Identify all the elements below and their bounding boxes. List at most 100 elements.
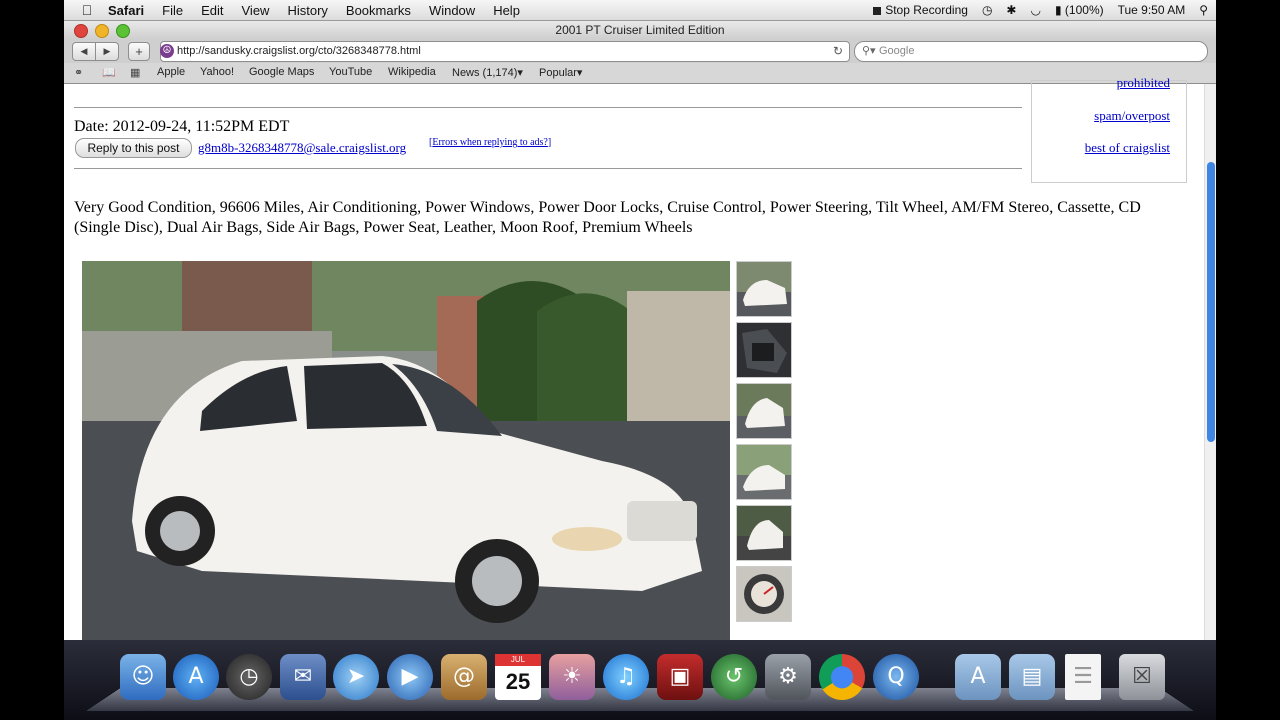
bookmark-wikipedia[interactable]: Wikipedia: [388, 66, 436, 78]
menu-history[interactable]: History: [287, 3, 327, 18]
sidebar-box: prohibited spam/overpost best of craigsl…: [1031, 75, 1187, 183]
bookmark-yahoo[interactable]: Yahoo!: [200, 66, 234, 78]
bookmark-apple[interactable]: Apple: [157, 66, 185, 78]
dock: ☺ A ◷ ✉ ➤ ▶ @ JUL 25 ☀ ♫ ▣ ↺ ⚙ ⬤ Q A ▤ ☰…: [64, 640, 1216, 720]
site-icon: ☮: [160, 44, 174, 58]
reply-email-link[interactable]: g8m8b-3268348778@sale.craigslist.org: [198, 140, 406, 156]
quicktime-icon[interactable]: Q: [873, 654, 919, 700]
address-bar[interactable]: ☮ http://sandusky.craigslist.org/cto/326…: [160, 41, 850, 62]
documents-folder-icon[interactable]: ▤: [1009, 654, 1055, 700]
bluetooth-icon[interactable]: ✱: [1006, 3, 1016, 17]
itunes-icon[interactable]: ♫: [603, 654, 649, 700]
menu-file[interactable]: File: [162, 3, 183, 18]
errors-link[interactable]: Errors when replying to ads?: [432, 137, 548, 148]
thumbnail-1-image: [737, 262, 791, 316]
thumbnail-3[interactable]: [736, 383, 792, 439]
reading-list-icon[interactable]: ⚭: [74, 66, 83, 79]
system-preferences-icon[interactable]: ⚙: [765, 654, 811, 700]
chrome-icon[interactable]: ⬤: [819, 654, 865, 700]
search-placeholder: Google: [879, 45, 915, 57]
page-content: prohibited spam/overpost best of craigsl…: [64, 75, 1204, 640]
url-text: http://sandusky.craigslist.org/cto/32683…: [177, 45, 421, 57]
window-title: 2001 PT Cruiser Limited Edition: [555, 23, 725, 37]
link-prohibited[interactable]: prohibited: [1117, 75, 1170, 91]
window-controls: [74, 24, 130, 38]
document-stack-icon[interactable]: ☰: [1065, 654, 1101, 700]
reload-icon[interactable]: ↻: [833, 42, 843, 61]
stop-recording-label: Stop Recording: [885, 3, 968, 17]
thumbnail-5-image: [737, 506, 791, 560]
dashboard-icon[interactable]: ◷: [226, 654, 272, 700]
top-sites-icon[interactable]: ▦: [130, 66, 140, 79]
facetime-icon[interactable]: ▶: [387, 654, 433, 700]
bookmark-popular[interactable]: Popular▾: [539, 66, 582, 79]
apple-menu-icon[interactable]: : [76, 2, 98, 18]
iphoto-icon[interactable]: ☀: [549, 654, 595, 700]
time-machine-icon[interactable]: ◷: [982, 3, 992, 17]
finder-icon[interactable]: ☺: [120, 654, 166, 700]
post-description: Very Good Condition, 96606 Miles, Air Co…: [74, 199, 1141, 236]
window-titlebar: 2001 PT Cruiser Limited Edition: [64, 21, 1216, 39]
add-bookmark-button[interactable]: +: [128, 42, 150, 61]
minimize-icon[interactable]: [95, 24, 109, 38]
thumbnail-6[interactable]: [736, 566, 792, 622]
close-icon[interactable]: [74, 24, 88, 38]
car-photo-image: [82, 261, 730, 640]
back-button[interactable]: ◀: [72, 42, 96, 61]
menu-view[interactable]: View: [242, 3, 270, 18]
thumbnail-2-image: [737, 323, 791, 377]
stop-icon: [873, 7, 882, 15]
menu-window[interactable]: Window: [429, 3, 475, 18]
bookmark-google-maps[interactable]: Google Maps: [249, 66, 314, 78]
search-field[interactable]: ⚲▾ Google: [854, 41, 1208, 62]
thumbnail-2[interactable]: [736, 322, 792, 378]
screen:  Safari File Edit View History Bookmark…: [64, 0, 1216, 640]
divider-top: [74, 107, 1022, 108]
errors-bracket-close: ]: [547, 137, 552, 148]
thumbnail-3-image: [737, 384, 791, 438]
photo-booth-icon[interactable]: ▣: [657, 654, 703, 700]
menu-help[interactable]: Help: [493, 3, 520, 18]
mail-icon[interactable]: ✉: [280, 654, 326, 700]
menu-app[interactable]: Safari: [108, 3, 144, 18]
menu-bookmarks[interactable]: Bookmarks: [346, 3, 411, 18]
clock[interactable]: Tue 9:50 AM: [1118, 3, 1186, 17]
stop-recording[interactable]: Stop Recording: [873, 3, 968, 17]
reply-button[interactable]: Reply to this post: [75, 138, 192, 158]
menu-edit[interactable]: Edit: [201, 3, 223, 18]
wifi-icon[interactable]: ◡: [1030, 3, 1040, 17]
search-icon: ⚲▾: [862, 45, 876, 57]
bookmark-news[interactable]: News (1,174)▾: [452, 66, 523, 79]
zoom-icon[interactable]: [116, 24, 130, 38]
errors-help: [Errors when replying to ads?]: [429, 137, 551, 148]
forward-button[interactable]: ▶: [95, 42, 119, 61]
spotlight-icon[interactable]: ⚲: [1199, 3, 1208, 17]
thumbnail-4[interactable]: [736, 444, 792, 500]
divider-bottom: [74, 168, 1022, 169]
vertical-scrollbar[interactable]: [1204, 84, 1216, 640]
time-machine-dock-icon[interactable]: ↺: [711, 654, 757, 700]
calendar-month: JUL: [495, 654, 541, 666]
link-best-of-craigslist[interactable]: best of craigslist: [1085, 140, 1170, 156]
thumbnail-4-image: [737, 445, 791, 499]
trash-icon[interactable]: ☒: [1119, 654, 1165, 700]
thumbnail-5[interactable]: [736, 505, 792, 561]
menu-bar:  Safari File Edit View History Bookmark…: [64, 0, 1216, 21]
main-car-photo[interactable]: [82, 261, 730, 640]
battery-percent: (100%): [1064, 3, 1104, 17]
battery-status[interactable]: ▮ (100%): [1055, 3, 1104, 17]
calendar-icon[interactable]: JUL 25: [495, 654, 541, 700]
app-store-icon[interactable]: A: [173, 654, 219, 700]
battery-icon: ▮: [1054, 3, 1062, 17]
applications-folder-icon[interactable]: A: [955, 654, 1001, 700]
bookmark-youtube[interactable]: YouTube: [329, 66, 372, 78]
link-spam-overpost[interactable]: spam/overpost: [1094, 108, 1170, 124]
status-area: Stop Recording ◷ ✱ ◡ ▮ (100%) Tue 9:50 A…: [873, 0, 1208, 20]
post-date: Date: 2012-09-24, 11:52PM EDT: [74, 118, 290, 135]
calendar-day: 25: [505, 669, 531, 694]
contacts-icon[interactable]: @: [441, 654, 487, 700]
safari-icon[interactable]: ➤: [333, 654, 379, 700]
scrollbar-knob[interactable]: [1207, 162, 1215, 442]
bookmarks-book-icon[interactable]: 📖: [102, 66, 116, 79]
thumbnail-1[interactable]: [736, 261, 792, 317]
